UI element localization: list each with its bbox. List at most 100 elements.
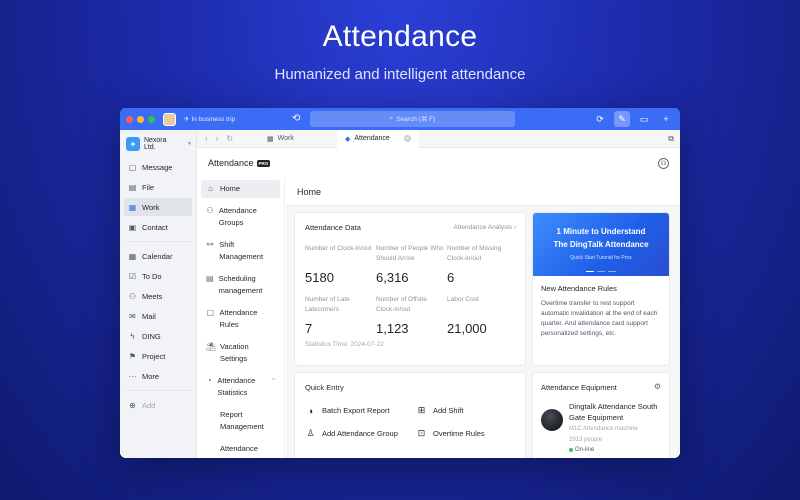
nav-item-todo[interactable]: ☑ To Do bbox=[124, 267, 192, 285]
stat-clock-in[interactable]: Number of Clock-in/out 5180 bbox=[305, 244, 376, 289]
page-title: Home bbox=[286, 178, 680, 206]
attendance-equipment-card: Attendance Equipment ⚙ Dingtalk Attendan… bbox=[532, 372, 670, 458]
add-icon: ⊕ bbox=[129, 400, 136, 410]
batch-export-report-button[interactable]: ◑ Batch Export Report bbox=[305, 405, 416, 416]
mail-icon: ✉ bbox=[129, 311, 136, 321]
nav-item-label: Meets bbox=[142, 291, 163, 301]
export-icon: ◑ bbox=[307, 405, 314, 416]
minimize-window-button[interactable] bbox=[137, 115, 144, 123]
nav-item-more[interactable]: ··· More bbox=[124, 367, 192, 385]
subnav-scheduling[interactable]: ▤ Scheduling management bbox=[201, 270, 280, 300]
meets-icon: ⚇ bbox=[128, 291, 137, 301]
add-shift-button[interactable]: ⊞ Add Shift bbox=[416, 405, 526, 416]
tab-bar: ‹ › ↻ ▦ Work ◆ Attendance ✕ ⧉ bbox=[197, 129, 680, 148]
nav-item-ding[interactable]: ϟ DING bbox=[124, 327, 192, 345]
stat-value: 6,316 bbox=[376, 270, 409, 285]
forward-icon[interactable]: › bbox=[216, 134, 219, 143]
subnav-shift-management[interactable]: ⚯ Shift Management bbox=[201, 236, 280, 266]
subnav-vacation-settings[interactable]: ⛱ Vacation Settings bbox=[201, 338, 280, 368]
subnav-attendance-rules[interactable]: ▢ Attendance Rules bbox=[201, 304, 280, 334]
sync-icon[interactable]: ⟳ bbox=[592, 111, 608, 127]
app-header: Attendance PRO ☊ bbox=[197, 148, 680, 178]
subnav-home[interactable]: ⌂ Home bbox=[201, 180, 280, 198]
attendance-app-icon: ◆ bbox=[345, 135, 351, 143]
carousel-dot[interactable] bbox=[608, 270, 616, 272]
subnav-report-management[interactable]: Report Management bbox=[201, 406, 280, 436]
tutorial-banner[interactable]: 1 Minute to Understand The DingTalk Atte… bbox=[533, 213, 669, 276]
stat-labor-cost[interactable]: Labor Cost 21,000 bbox=[447, 295, 518, 340]
nav-divider bbox=[126, 390, 190, 391]
screen-icon[interactable]: ▭ bbox=[636, 111, 652, 127]
add-group-icon: ♙ bbox=[306, 428, 315, 438]
carousel-dot[interactable] bbox=[597, 270, 605, 272]
nav-item-mail[interactable]: ✉ Mail bbox=[124, 307, 192, 325]
tab-attendance[interactable]: ◆ Attendance ✕ bbox=[337, 129, 419, 148]
equipment-people: 2913 people bbox=[569, 437, 603, 443]
carousel-dots[interactable] bbox=[586, 270, 616, 272]
nav-item-contact[interactable]: ▣ Contact bbox=[124, 218, 192, 236]
app-window: ✈ In business trip ⟲ ⌕ Search (⌘ F) ⟳ ✎ … bbox=[120, 108, 680, 458]
overtime-rules-button[interactable]: ⊡ Overtime Rules bbox=[416, 428, 526, 439]
vacation-icon: ⛱ bbox=[206, 342, 217, 351]
attendance-analysis-link[interactable]: Attendance Analysis › bbox=[453, 224, 516, 231]
subnav-label: Vacation Settings bbox=[220, 342, 249, 363]
pro-badge: PRO bbox=[256, 159, 271, 167]
chevron-down-icon: ▼ bbox=[187, 141, 192, 147]
gear-icon[interactable]: ⚙ bbox=[654, 382, 661, 391]
tutorial-banner-card[interactable]: 1 Minute to Understand The DingTalk Atte… bbox=[532, 212, 670, 366]
global-search[interactable]: ⌕ Search (⌘ F) bbox=[310, 111, 515, 127]
nav-item-project[interactable]: ⚑ Project bbox=[124, 347, 192, 365]
equipment-item[interactable]: Dingtalk Attendance South Gate Equipment… bbox=[541, 401, 661, 453]
history-icon[interactable]: ⟲ bbox=[292, 113, 300, 124]
subnav-label: Shift Management bbox=[219, 240, 264, 261]
carousel-dot[interactable] bbox=[586, 270, 594, 272]
stat-late[interactable]: Number of Late Latecomers 7 bbox=[305, 295, 376, 340]
subnav-attendance-groups[interactable]: ⚇ Attendance Groups bbox=[201, 202, 280, 232]
plus-icon[interactable]: + bbox=[658, 111, 674, 127]
window-controls bbox=[126, 115, 155, 123]
open-external-icon[interactable]: ⧉ bbox=[668, 134, 680, 144]
subnav-attendance-statistics[interactable]: ◔ Attendance Statistics ^ bbox=[201, 372, 280, 402]
add-attendance-group-button[interactable]: ♙ Add Attendance Group bbox=[305, 428, 416, 439]
stat-offsite[interactable]: Number of Offsite Clock-in/out 1,123 bbox=[376, 295, 447, 340]
subnav-attendance-more[interactable]: Attendance bbox=[201, 440, 280, 458]
tab-work[interactable]: ▦ Work bbox=[259, 130, 337, 148]
stat-missing[interactable]: Number of Missing Clock-in/out 6 bbox=[447, 244, 518, 289]
search-icon: ⌕ bbox=[389, 115, 394, 122]
stat-value: 21,000 bbox=[447, 321, 487, 336]
stat-value: 7 bbox=[305, 321, 313, 336]
edit-icon[interactable]: ✎ bbox=[614, 111, 630, 127]
more-icon: ··· bbox=[128, 371, 137, 381]
attendance-data-card: Attendance Data Attendance Analysis › Nu… bbox=[294, 212, 526, 366]
nav-item-calendar[interactable]: ▦ Calendar bbox=[124, 247, 192, 265]
nav-item-label: To Do bbox=[142, 271, 162, 281]
nav-item-message[interactable]: ▢ Message bbox=[124, 158, 192, 176]
stat-should-arrive[interactable]: Number of People Who Should Arrive 6,316 bbox=[376, 244, 447, 289]
nav-item-meets[interactable]: ⚇ Meets bbox=[124, 287, 192, 305]
stat-value: 5180 bbox=[305, 270, 334, 285]
maximize-window-button[interactable] bbox=[148, 115, 155, 123]
close-window-button[interactable] bbox=[126, 115, 133, 123]
org-logo-icon: ✦ bbox=[126, 137, 140, 151]
nav-item-add[interactable]: ⊕ Add bbox=[124, 396, 192, 414]
nav-item-label: Project bbox=[142, 351, 166, 361]
equipment-model: M1C Attendance machine bbox=[569, 426, 638, 432]
tab-label: Attendance bbox=[354, 135, 390, 142]
app-title: Attendance bbox=[208, 158, 254, 168]
user-avatar[interactable] bbox=[163, 112, 176, 126]
file-icon: ▤ bbox=[128, 182, 137, 192]
banner-headline-2: The DingTalk Attendance bbox=[553, 240, 649, 249]
org-switcher[interactable]: ✦ Nexora Ltd. ▼ bbox=[124, 134, 192, 154]
nav-item-file[interactable]: ▤ File bbox=[124, 178, 192, 196]
close-tab-icon[interactable]: ✕ bbox=[404, 135, 411, 142]
back-icon[interactable]: ‹ bbox=[205, 134, 208, 143]
quick-entry-label: Overtime Rules bbox=[433, 429, 485, 438]
news-text: Overtime transfer to rest support automa… bbox=[541, 300, 658, 337]
quick-entry-card: Quick Entry ◑ Batch Export Report ⊞ Add Sh… bbox=[294, 372, 526, 458]
overtime-icon: ⊡ bbox=[417, 428, 426, 438]
nav-item-work[interactable]: ▦ Work bbox=[124, 198, 192, 216]
user-status[interactable]: ✈ In business trip bbox=[184, 115, 235, 124]
refresh-icon[interactable]: ↻ bbox=[226, 134, 233, 143]
project-icon: ⚑ bbox=[128, 351, 137, 361]
support-headset-icon[interactable]: ☊ bbox=[658, 157, 669, 169]
